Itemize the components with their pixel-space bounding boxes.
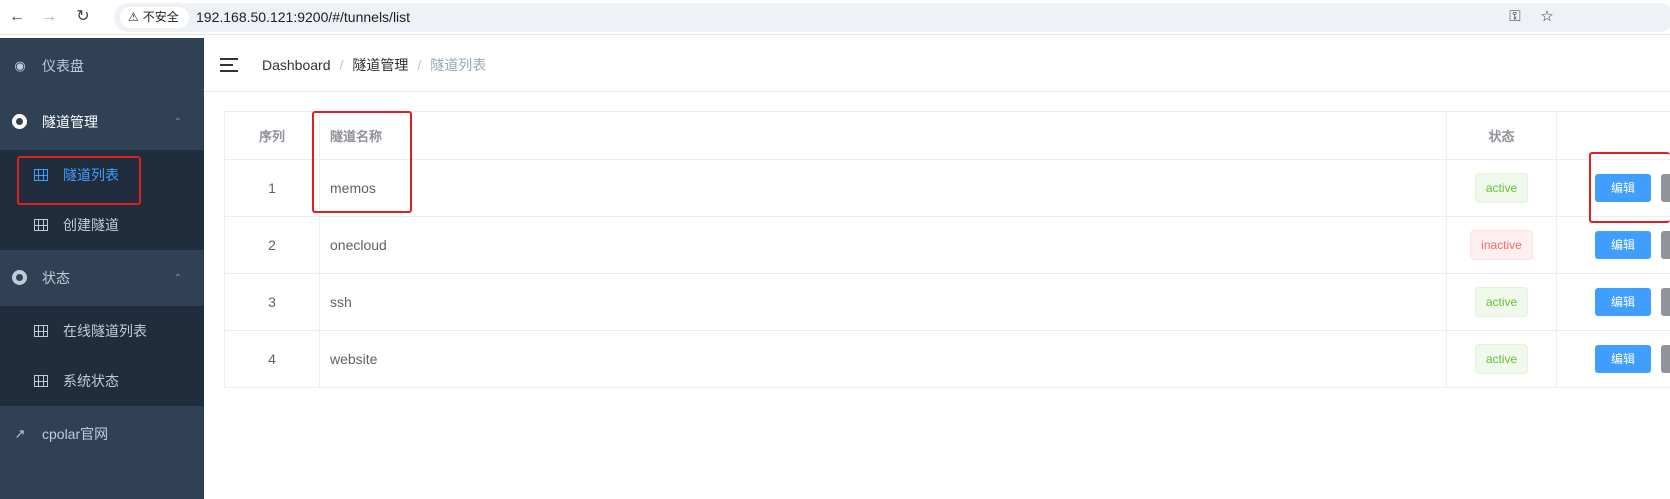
warning-icon: ⚠ <box>128 10 139 24</box>
row-ops: 编辑 <box>1557 331 1670 387</box>
key-icon[interactable]: ⚿ <box>1504 6 1526 28</box>
back-icon[interactable]: ← <box>6 6 28 28</box>
status-badge: active <box>1474 344 1529 374</box>
sidebar-item-label: 在线隧道列表 <box>63 323 147 339</box>
row-status: active <box>1447 160 1557 216</box>
external-link-icon: ↗ <box>14 426 26 441</box>
row-name: onecloud <box>320 217 1447 273</box>
row-index: 2 <box>225 217 320 273</box>
status-icon <box>12 270 28 286</box>
sidebar-item-label: cpolar官网 <box>42 426 109 442</box>
sidebar-item-create-tunnel[interactable]: 创建隧道 <box>0 200 204 250</box>
sidebar-item-tunnel-mgmt[interactable]: 隧道管理 ⌃ <box>0 94 204 150</box>
row-index: 3 <box>225 274 320 330</box>
chevron-up-icon: ⌃ <box>173 272 182 284</box>
table-icon <box>34 325 48 337</box>
table-icon <box>34 219 48 231</box>
breadcrumb-current: 隧道列表 <box>430 57 487 73</box>
bookmark-star-icon[interactable]: ☆ <box>1536 6 1558 28</box>
table-row: 1 memos active 编辑 <box>225 160 1670 217</box>
breadcrumb-separator: / <box>417 57 422 73</box>
row-status: active <box>1447 274 1557 330</box>
row-ops: 编辑 <box>1557 274 1670 330</box>
more-button[interactable] <box>1661 288 1670 316</box>
breadcrumb-separator: / <box>339 57 344 73</box>
row-name: website <box>320 331 1447 387</box>
chevron-up-icon: ⌃ <box>173 116 182 128</box>
sidebar-item-label: 仪表盘 <box>42 58 84 74</box>
forward-icon[interactable]: → <box>38 6 60 28</box>
breadcrumb-dashboard[interactable]: Dashboard <box>262 57 331 73</box>
status-badge: active <box>1474 173 1529 203</box>
status-badge: active <box>1474 287 1529 317</box>
breadcrumb-tunnel-mgmt[interactable]: 隧道管理 <box>352 55 408 75</box>
sidebar-item-online-tunnels[interactable]: 在线隧道列表 <box>0 306 204 356</box>
table-row: 3 ssh active 编辑 <box>225 274 1670 331</box>
more-button[interactable] <box>1661 231 1670 259</box>
sidebar-item-dashboard[interactable]: ◉ 仪表盘 <box>0 38 204 94</box>
row-status: active <box>1447 331 1557 387</box>
header-index: 序列 <box>225 112 320 159</box>
edit-button[interactable]: 编辑 <box>1595 345 1651 373</box>
header-status: 状态 <box>1447 112 1557 159</box>
sidebar-item-label: 隧道管理 <box>42 114 98 130</box>
highlight-box <box>1589 152 1670 223</box>
row-index: 4 <box>225 331 320 387</box>
tunnel-table: 序列 隧道名称 状态 1 memos active 编辑 2 onecloud … <box>224 111 1670 388</box>
security-chip[interactable]: ⚠ 不安全 <box>120 7 189 28</box>
row-ops: 编辑 <box>1557 217 1670 273</box>
main-header: Dashboard / 隧道管理 / 隧道列表 <box>204 38 1670 92</box>
highlight-box <box>312 111 412 213</box>
header-name: 隧道名称 <box>320 112 1447 159</box>
row-name: ssh <box>320 274 1447 330</box>
status-badge: inactive <box>1470 230 1533 260</box>
highlight-box <box>17 156 141 205</box>
url-text[interactable]: 192.168.50.121:9200/#/tunnels/list <box>196 3 410 32</box>
sidebar-item-system-status[interactable]: 系统状态 <box>0 356 204 406</box>
sidebar-item-label: 系统状态 <box>63 373 119 389</box>
table-icon <box>34 375 48 387</box>
row-name: memos <box>320 160 1447 216</box>
menu-toggle-icon[interactable] <box>220 58 238 72</box>
security-label: 不安全 <box>142 10 179 24</box>
reload-icon[interactable]: ↻ <box>72 6 94 28</box>
browser-toolbar: ← → ↻ ⚠ 不安全 192.168.50.121:9200/#/tunnel… <box>0 0 1670 35</box>
tunnel-mgmt-icon <box>12 114 28 130</box>
row-status: inactive <box>1447 217 1557 273</box>
row-index: 1 <box>225 160 320 216</box>
dashboard-icon: ◉ <box>14 58 26 73</box>
edit-button[interactable]: 编辑 <box>1595 288 1651 316</box>
table-row: 4 website active 编辑 <box>225 331 1670 388</box>
table-header-row: 序列 隧道名称 状态 <box>225 112 1670 160</box>
edit-button[interactable]: 编辑 <box>1595 231 1651 259</box>
sidebar-item-label: 状态 <box>42 270 70 286</box>
more-button[interactable] <box>1661 345 1670 373</box>
sidebar-item-label: 创建隧道 <box>63 217 119 233</box>
breadcrumb: Dashboard / 隧道管理 / 隧道列表 <box>262 38 486 92</box>
address-bar[interactable]: ⚠ 不安全 192.168.50.121:9200/#/tunnels/list… <box>114 3 1670 32</box>
sidebar: ◉ 仪表盘 隧道管理 ⌃ 隧道列表 创建隧道 状态 ⌃ 在线隧道列表 系统状态 … <box>0 38 204 499</box>
submenu-status: 在线隧道列表 系统状态 <box>0 306 204 406</box>
table-row: 2 onecloud inactive 编辑 <box>225 217 1670 274</box>
sidebar-item-cpolar-site[interactable]: ↗ cpolar官网 <box>0 406 204 462</box>
sidebar-item-status[interactable]: 状态 ⌃ <box>0 250 204 306</box>
